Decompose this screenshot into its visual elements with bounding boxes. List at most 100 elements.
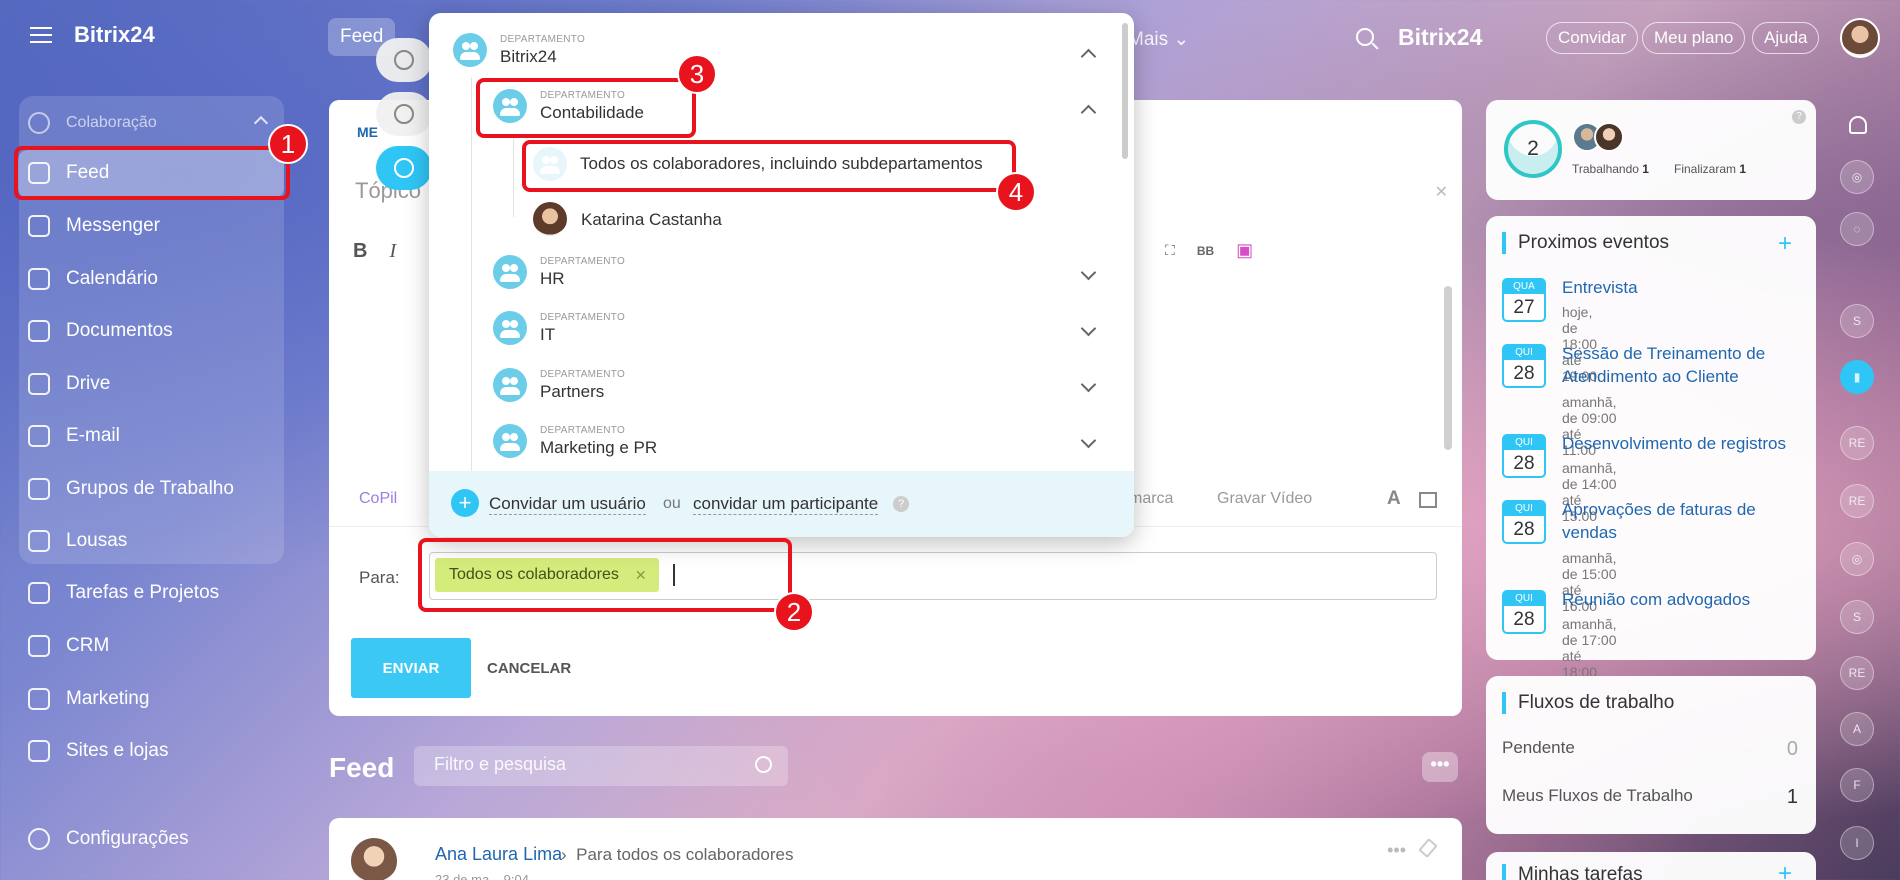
- rail-avatar[interactable]: RE: [1840, 484, 1874, 518]
- record-video-button[interactable]: Gravar Vídeo: [1217, 490, 1312, 508]
- sidebar-item-label: Grupos de Trabalho: [66, 478, 234, 499]
- brand-logo[interactable]: Bitrix24: [74, 22, 155, 48]
- avatar[interactable]: [1594, 122, 1624, 152]
- image-magic-icon[interactable]: ▣: [1236, 240, 1253, 261]
- bold-icon[interactable]: B: [353, 240, 367, 263]
- sidebar-item-settings[interactable]: Configurações: [28, 828, 189, 850]
- event-day: 28: [1513, 609, 1535, 630]
- add-task-button[interactable]: +: [1778, 860, 1792, 880]
- more-menu[interactable]: Mais ⌄: [1128, 28, 1189, 51]
- sidebar-item-sites[interactable]: Sites e lojas: [28, 740, 168, 762]
- sidebar-item-documents[interactable]: Documentos: [28, 320, 173, 342]
- chevron-down-icon[interactable]: [1080, 376, 1097, 393]
- invite-participant-link[interactable]: convidar um participante: [693, 494, 879, 515]
- bell-icon[interactable]: [1849, 116, 1867, 134]
- chat-rail-icon[interactable]: ◎: [1840, 542, 1874, 576]
- close-icon[interactable]: ✕: [1435, 182, 1448, 202]
- chevron-up-icon[interactable]: [1080, 48, 1097, 65]
- sidebar-item-boards[interactable]: Lousas: [28, 530, 127, 552]
- font-format-icon[interactable]: A: [1387, 488, 1401, 510]
- rail-avatar[interactable]: F: [1840, 768, 1874, 802]
- post-menu-icon[interactable]: •••: [1387, 840, 1406, 861]
- event-day: 27: [1513, 297, 1535, 318]
- sidebar-item-messenger[interactable]: Messenger: [28, 215, 160, 237]
- tree-line: [513, 137, 514, 217]
- top-brand[interactable]: Bitrix24: [1398, 24, 1482, 51]
- more-options-button[interactable]: •••: [1422, 752, 1458, 782]
- tab-message[interactable]: ME: [357, 124, 378, 140]
- event-title[interactable]: Entrevista: [1562, 276, 1812, 299]
- work-ring[interactable]: 2: [1504, 120, 1562, 178]
- filter-search-input[interactable]: Filtro e pesquisa: [414, 746, 788, 786]
- rail-avatar[interactable]: RE: [1840, 426, 1874, 460]
- sidebar-item-workgroups[interactable]: Grupos de Trabalho: [28, 478, 234, 500]
- member-item[interactable]: Katarina Castanha: [581, 210, 722, 230]
- workflow-mine-row[interactable]: Meus Fluxos de Trabalho 1: [1502, 786, 1798, 809]
- user-avatar[interactable]: [1840, 18, 1880, 58]
- department-item[interactable]: DEPARTAMENTO Marketing e PR: [493, 424, 657, 458]
- help-icon[interactable]: ?: [1792, 110, 1806, 124]
- rail-avatar[interactable]: RE: [1840, 656, 1874, 690]
- rail-avatar[interactable]: A: [1840, 712, 1874, 746]
- dept-name: HR: [540, 268, 565, 288]
- copilot-button[interactable]: CoPil: [359, 490, 397, 508]
- sidebar-item-drive[interactable]: Drive: [28, 373, 110, 395]
- fullscreen-icon[interactable]: ⛶: [1165, 242, 1175, 259]
- event-title[interactable]: Aprovações de faturas de vendas: [1562, 498, 1812, 544]
- event-title[interactable]: Desenvolvimento de registros: [1562, 432, 1812, 455]
- italic-icon[interactable]: I: [389, 240, 396, 263]
- search-icon[interactable]: [755, 756, 772, 773]
- send-button[interactable]: ENVIAR: [351, 638, 471, 698]
- member-avatar[interactable]: [533, 202, 567, 236]
- event-title[interactable]: Reunião com advogados: [1562, 588, 1812, 611]
- department-item[interactable]: DEPARTAMENTO Bitrix24: [453, 33, 585, 67]
- tab-recent[interactable]: [376, 38, 432, 82]
- chevron-down-icon[interactable]: [1080, 432, 1097, 449]
- plus-icon[interactable]: +: [451, 489, 479, 517]
- crm-icon: [28, 635, 50, 657]
- workflow-pending-row[interactable]: Pendente 0: [1502, 738, 1798, 761]
- annotation-badge-2: 2: [774, 592, 814, 632]
- add-event-button[interactable]: +: [1778, 230, 1792, 258]
- editor-scrollbar[interactable]: [1444, 286, 1452, 450]
- help-button[interactable]: Ajuda: [1752, 22, 1820, 54]
- post-author-avatar[interactable]: [351, 838, 397, 880]
- tab-departments[interactable]: [376, 146, 432, 190]
- popup-scrollbar[interactable]: [1122, 23, 1128, 159]
- sidebar-item-crm[interactable]: CRM: [28, 635, 109, 657]
- search-icon[interactable]: [1356, 28, 1374, 46]
- mine-count: 1: [1786, 786, 1798, 808]
- post-author[interactable]: Ana Laura Lima: [435, 844, 562, 865]
- tag-button[interactable]: marca: [1129, 490, 1173, 508]
- tab-groups[interactable]: [376, 92, 432, 136]
- sidebar-item-calendar[interactable]: Calendário: [28, 268, 158, 290]
- department-item[interactable]: DEPARTAMENTO IT: [493, 311, 625, 345]
- copilot-rail-icon[interactable]: ◎: [1840, 160, 1874, 194]
- invite-button[interactable]: Convidar: [1546, 22, 1639, 54]
- event-title[interactable]: Sessão de Treinamento de Atendimento ao …: [1562, 342, 1812, 388]
- department-item[interactable]: DEPARTAMENTO HR: [493, 255, 625, 289]
- chevron-up-icon[interactable]: [1080, 104, 1097, 121]
- sidebar-item-marketing[interactable]: Marketing: [28, 688, 149, 710]
- rail-avatar[interactable]: I: [1840, 826, 1874, 860]
- sidebar-item-tasks[interactable]: Tarefas e Projetos: [28, 582, 219, 604]
- cancel-button[interactable]: CANCELAR: [487, 660, 571, 677]
- events-card: Proximos eventos + QUA 27 Entrevista hoje…: [1486, 216, 1816, 680]
- menu-icon[interactable]: [30, 27, 52, 43]
- invite-user-link[interactable]: Convidar um usuário: [489, 494, 646, 515]
- chevron-down-icon[interactable]: [1080, 320, 1097, 337]
- help-icon[interactable]: ?: [893, 496, 909, 512]
- chat-rail-icon[interactable]: ◌: [1840, 212, 1874, 246]
- group-collaboration-header[interactable]: Colaboração: [28, 112, 157, 134]
- department-item[interactable]: DEPARTAMENTO Partners: [493, 368, 625, 402]
- bbcode-icon[interactable]: BB: [1197, 244, 1214, 258]
- pin-icon[interactable]: [1418, 838, 1438, 858]
- sidebar-item-email[interactable]: E-mail: [28, 425, 120, 447]
- my-plan-button[interactable]: Meu plano: [1642, 22, 1746, 54]
- rail-avatar[interactable]: S: [1840, 600, 1874, 634]
- chevron-down-icon[interactable]: [1080, 264, 1097, 281]
- board-icon: [28, 530, 50, 552]
- panel-toggle-icon[interactable]: [1419, 492, 1437, 508]
- bookmark-icon[interactable]: ▮: [1840, 360, 1874, 394]
- rail-avatar[interactable]: S: [1840, 304, 1874, 338]
